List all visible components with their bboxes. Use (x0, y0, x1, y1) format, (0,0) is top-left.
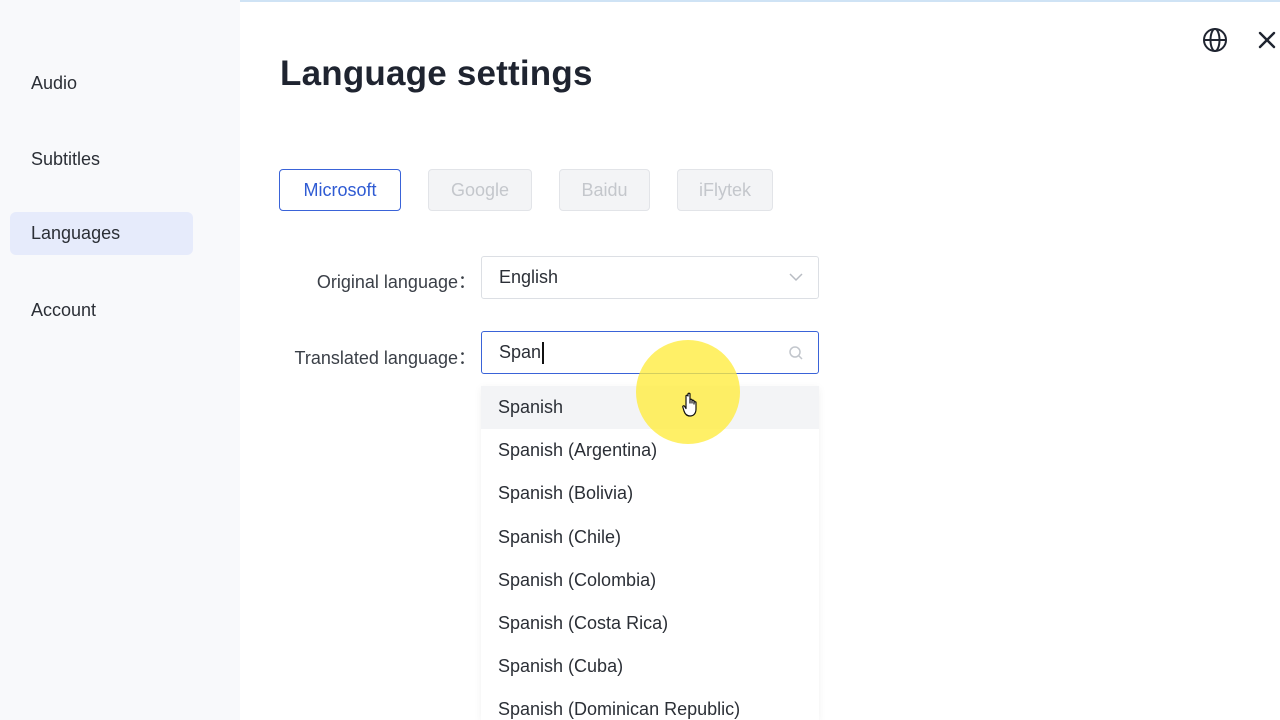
list-item[interactable]: Spanish (Chile) (481, 516, 819, 559)
close-icon[interactable] (1253, 26, 1280, 54)
translated-language-label: Translated language： (294, 348, 476, 368)
provider-tab-microsoft[interactable]: Microsoft (279, 169, 401, 211)
chevron-down-icon (788, 269, 804, 285)
list-item[interactable]: Spanish (Bolivia) (481, 472, 819, 515)
provider-tab-label: iFlytek (698, 179, 751, 200)
text-caret (542, 341, 545, 364)
sidebar-item-label: Audio (31, 73, 78, 93)
provider-tab-iflytek[interactable]: iFlytek (677, 169, 773, 211)
sidebar-item-languages[interactable]: Languages (10, 212, 193, 255)
sidebar-item-subtitles[interactable]: Subtitles (10, 138, 193, 181)
translated-language-input-text: Span (499, 342, 542, 362)
translated-language-search-input[interactable]: Span (481, 331, 819, 374)
provider-tab-label: Microsoft (303, 179, 377, 200)
provider-tab-google[interactable]: Google (428, 169, 532, 211)
search-icon (788, 345, 804, 361)
sidebar: Audio Subtitles Languages Account (0, 0, 240, 720)
list-item[interactable]: Spanish (Costa Rica) (481, 602, 819, 645)
list-item[interactable]: Spanish (481, 386, 819, 430)
page-title: Language settings (280, 54, 593, 93)
list-item[interactable]: Spanish (Argentina) (481, 429, 819, 472)
provider-tab-label: Baidu (581, 179, 628, 200)
list-item[interactable]: Spanish (Cuba) (481, 645, 819, 688)
sidebar-item-account[interactable]: Account (10, 289, 193, 332)
provider-tab-label: Google (450, 179, 510, 200)
provider-tab-baidu[interactable]: Baidu (559, 169, 650, 211)
list-item[interactable]: Spanish (Colombia) (481, 559, 819, 602)
sidebar-item-label: Subtitles (31, 149, 101, 169)
original-language-label: Original language： (316, 272, 476, 292)
language-dropdown-list[interactable]: Spanish Spanish (Argentina) Spanish (Bol… (481, 386, 819, 720)
globe-icon[interactable] (1201, 26, 1229, 54)
sidebar-item-label: Account (31, 300, 97, 320)
list-item[interactable]: Spanish (Dominican Republic) (481, 688, 819, 720)
original-language-select[interactable]: English (481, 256, 819, 299)
original-language-value: English (499, 267, 559, 287)
sidebar-item-audio[interactable]: Audio (10, 62, 193, 105)
sidebar-item-label: Languages (31, 223, 121, 243)
